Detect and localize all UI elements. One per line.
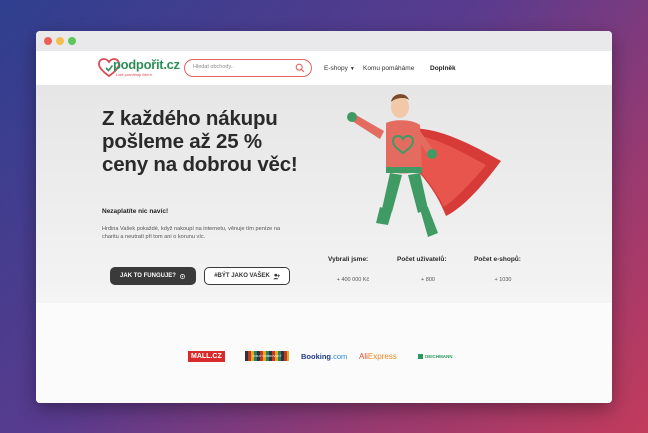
add-user-icon xyxy=(273,273,280,279)
be-like-vasek-label: #BÝT JAKO VAŠEK xyxy=(214,273,270,279)
hero-section: Z každého nákupu pošleme až 25 % ceny na… xyxy=(36,85,612,303)
stat-eshops: Počet e-shopů: + 1030 xyxy=(474,256,532,283)
how-it-works-button[interactable]: JAK TO FUNGUJE? xyxy=(110,267,196,285)
partner-aliexpress-logo[interactable]: Ali Express xyxy=(359,351,397,362)
stat-raised: Vybrali jsme: + 400 000 Kč xyxy=(328,256,378,283)
search-box[interactable] xyxy=(184,59,312,77)
stat-raised-value: + 400 000 Kč xyxy=(336,277,370,283)
partner-logos: MALL.CZ KNIHY DOBROVSKÝ Booking .com Ali E… xyxy=(36,347,612,367)
partner-booking-logo[interactable]: Booking .com xyxy=(301,351,347,362)
logo-tagline: Lidé pomáhají lidem xyxy=(116,72,152,77)
stat-users-value: + 800 xyxy=(421,277,435,283)
nav-doplnek[interactable]: Doplněk xyxy=(430,65,456,72)
stat-eshops-label: Počet e-shopů: xyxy=(474,256,521,263)
search-input[interactable] xyxy=(193,64,293,70)
chevron-down-icon: ▼ xyxy=(349,66,355,72)
minimize-window-button[interactable] xyxy=(56,37,64,45)
hero-description: Hrdina Vašek pokaždé, když nakoupí na in… xyxy=(102,226,281,240)
stat-raised-label: Vybrali jsme: xyxy=(328,256,369,263)
how-it-works-label: JAK TO FUNGUJE? xyxy=(120,273,176,279)
search-icon[interactable] xyxy=(295,63,305,73)
partner-mall-logo[interactable]: MALL.CZ xyxy=(188,351,225,362)
superhero-illustration xyxy=(347,94,501,237)
hero-headline: Z každého nákupu pošleme až 25 % ceny na… xyxy=(102,107,298,176)
partner-deichmann-logo[interactable]: DEICHMANN xyxy=(418,351,453,362)
partner-knihy-dobrovsky-logo[interactable]: KNIHY DOBROVSKÝ xyxy=(245,351,289,361)
logo-wordmark: podpořit.cz xyxy=(113,57,180,72)
browser-titlebar xyxy=(36,31,612,51)
nav-komu-pomahame[interactable]: Komu pomáháme xyxy=(363,65,414,72)
close-window-button[interactable] xyxy=(44,37,52,45)
be-like-vasek-button[interactable]: #BÝT JAKO VAŠEK xyxy=(204,267,290,285)
stat-eshops-value: + 1030 xyxy=(494,277,512,283)
deichmann-mark-icon xyxy=(418,354,423,359)
stat-users-label: Počet uživatelů: xyxy=(397,256,447,263)
site-header: podpořit.cz Lidé pomáhají lidem E-shopy▼… xyxy=(36,51,612,85)
stat-users: Počet uživatelů: + 800 xyxy=(397,256,459,283)
gear-icon xyxy=(180,273,185,279)
site-logo[interactable]: podpořit.cz Lidé pomáhají lidem xyxy=(98,57,180,81)
hero-subhead: Nezaplatíte nic navíc! xyxy=(102,208,169,215)
browser-window: podpořit.cz Lidé pomáhají lidem E-shopy▼… xyxy=(36,31,612,403)
maximize-window-button[interactable] xyxy=(68,37,76,45)
nav-eshopy[interactable]: E-shopy ▼ xyxy=(324,65,355,72)
